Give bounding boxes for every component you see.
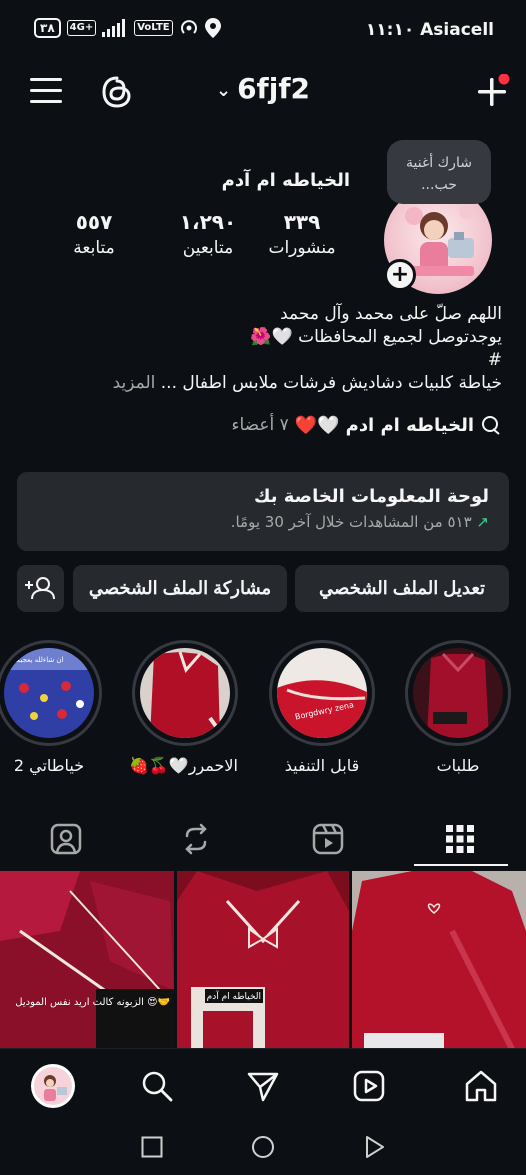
profile-tabs <box>0 810 526 868</box>
discover-people-button[interactable] <box>17 565 64 612</box>
edit-profile-button[interactable]: تعديل الملف الشخصي <box>295 565 509 612</box>
stat-label: منشورات <box>268 238 336 258</box>
stat-label: متابعين <box>182 238 234 258</box>
notification-dot <box>498 74 510 85</box>
bio-line: خياطة كلبيات دشاديش فرشات ملابس اطفال ..… <box>160 373 502 393</box>
highlight-ready[interactable]: Borgdwry zena قابل التنفيذ <box>269 640 375 775</box>
channel-icon <box>482 416 500 435</box>
bio-hashtag[interactable]: # <box>22 349 502 372</box>
bottom-navigation <box>0 1048 526 1120</box>
post-thumbnail[interactable] <box>352 871 526 1049</box>
back-button[interactable] <box>364 1135 386 1159</box>
circle-icon <box>252 1136 274 1158</box>
recents-button[interactable] <box>141 1136 163 1158</box>
bio-line: اللهم صلّ على محمد وآل محمد <box>280 304 502 324</box>
post-thumbnail[interactable]: الخياطه ام آدم <box>177 871 349 1049</box>
stat-value: ٥٥٧ <box>75 210 113 234</box>
volte-indicator: VoLTE <box>134 20 173 36</box>
signal-icon <box>102 19 126 37</box>
display-name: الخياطه ام آدم <box>221 170 350 191</box>
dashboard-subtitle: ٥١٣ من المشاهدات خلال آخر 30 يومًا. <box>230 513 472 531</box>
highlight-cover: ان شاءلله يعجبكم <box>4 648 94 738</box>
highlight-cover <box>140 648 230 738</box>
stat-followers[interactable]: ١،٢٩٠ متابعين <box>158 210 258 258</box>
home-system-button[interactable] <box>251 1135 275 1159</box>
home-icon <box>465 1070 497 1102</box>
tab-grid[interactable] <box>424 810 496 868</box>
highlight-red[interactable]: الاحمرر🤍🍒🍓 <box>128 640 238 775</box>
send-icon <box>247 1072 279 1102</box>
highlight-label: قابل التنفيذ <box>284 756 360 775</box>
battery-indicator: ٣٨ <box>34 18 61 38</box>
note-bubble[interactable]: شارك أغنية حب... <box>387 140 491 204</box>
stat-value: ١،٢٩٠ <box>179 210 237 234</box>
dashboard-title: لوحة المعلومات الخاصة بك <box>253 486 489 507</box>
highlight-cover: Borgdwry zena <box>277 648 367 738</box>
trend-arrow-icon: ↗ <box>476 513 489 531</box>
community-members: ٧ أعضاء <box>231 415 289 435</box>
location-icon <box>204 18 221 38</box>
bio-more-link[interactable]: المزيد <box>113 373 156 393</box>
tab-tagged[interactable] <box>30 810 102 868</box>
username: 6fjf2 <box>237 72 311 105</box>
search-icon <box>142 1071 173 1102</box>
professional-dashboard[interactable]: لوحة المعلومات الخاصة بك ↗ ٥١٣ من المشاه… <box>17 472 509 551</box>
hotspot-icon <box>180 20 197 34</box>
plus-icon <box>478 74 510 106</box>
nav-reels[interactable] <box>344 1061 394 1111</box>
bio-line: يوجدتوصل لجميع المحافظات 🤍🌺 <box>250 327 502 347</box>
highlight-label: الاحمرر🤍🍒🍓 <box>128 756 238 775</box>
highlight-orders[interactable]: طلبات <box>405 640 511 775</box>
highlight-label: خياطاتي 2 <box>13 756 85 775</box>
create-post-button[interactable] <box>474 74 510 110</box>
add-story-button[interactable]: + <box>384 259 416 291</box>
system-navigation <box>0 1120 526 1175</box>
stat-posts[interactable]: ٣٣٩ منشورات <box>262 210 342 258</box>
community-hearts: 🤍❤️ <box>294 414 340 436</box>
chevron-down-icon: ⌄ <box>215 79 232 101</box>
reels-icon <box>312 823 344 855</box>
highlight-overlay-text: ان شاءلله يعجبكم <box>12 656 64 664</box>
stat-label: متابعة <box>73 238 115 258</box>
tab-reels[interactable] <box>292 810 364 868</box>
post-overlay-text: الخياطه ام آدم <box>207 990 261 1002</box>
status-icons: ٣٨ 4G+ VoLTE <box>34 18 221 38</box>
add-person-icon <box>25 577 55 600</box>
post-overlay-text: الزبونه كالت اريد نفس الموديل 😍🤝 <box>15 997 170 1008</box>
highlight-cover <box>413 648 503 738</box>
stat-following[interactable]: ٥٥٧ متابعة <box>60 210 128 258</box>
nav-messages[interactable] <box>238 1061 288 1111</box>
account-switcher[interactable]: ⌄ 6fjf2 <box>0 72 526 105</box>
tab-reposts[interactable] <box>160 810 232 868</box>
nav-search[interactable] <box>132 1061 182 1111</box>
active-tab-indicator <box>414 864 508 866</box>
nav-profile[interactable] <box>28 1061 78 1111</box>
profile-avatar <box>31 1064 75 1108</box>
repost-icon <box>185 823 207 855</box>
share-profile-button[interactable]: مشاركة الملف الشخصي <box>73 565 287 612</box>
community-name: الخياطه ام ادم <box>345 414 474 436</box>
triangle-back-icon <box>366 1136 384 1158</box>
network-type: 4G+ <box>66 20 97 36</box>
reels-icon <box>353 1070 385 1102</box>
grid-icon <box>446 825 474 853</box>
tagged-icon <box>50 823 82 855</box>
status-bar: ٣٨ 4G+ VoLTE ١١:١٠ Asiacell <box>0 0 526 62</box>
highlight-my-sewing-2[interactable]: ان شاءلله يعجبكم خياطاتي 2 <box>0 640 102 775</box>
bio: اللهم صلّ على محمد وآل محمد يوجدتوصل لجم… <box>22 303 502 395</box>
community-channel[interactable]: الخياطه ام ادم 🤍❤️ ٧ أعضاء <box>231 414 502 436</box>
highlight-label: طلبات <box>436 756 480 775</box>
post-thumbnail[interactable]: الزبونه كالت اريد نفس الموديل 😍🤝 <box>0 871 174 1049</box>
stat-value: ٣٣٩ <box>283 210 321 234</box>
square-icon <box>141 1136 163 1158</box>
time-carrier: ١١:١٠ Asiacell <box>365 20 494 40</box>
nav-home[interactable] <box>456 1061 506 1111</box>
